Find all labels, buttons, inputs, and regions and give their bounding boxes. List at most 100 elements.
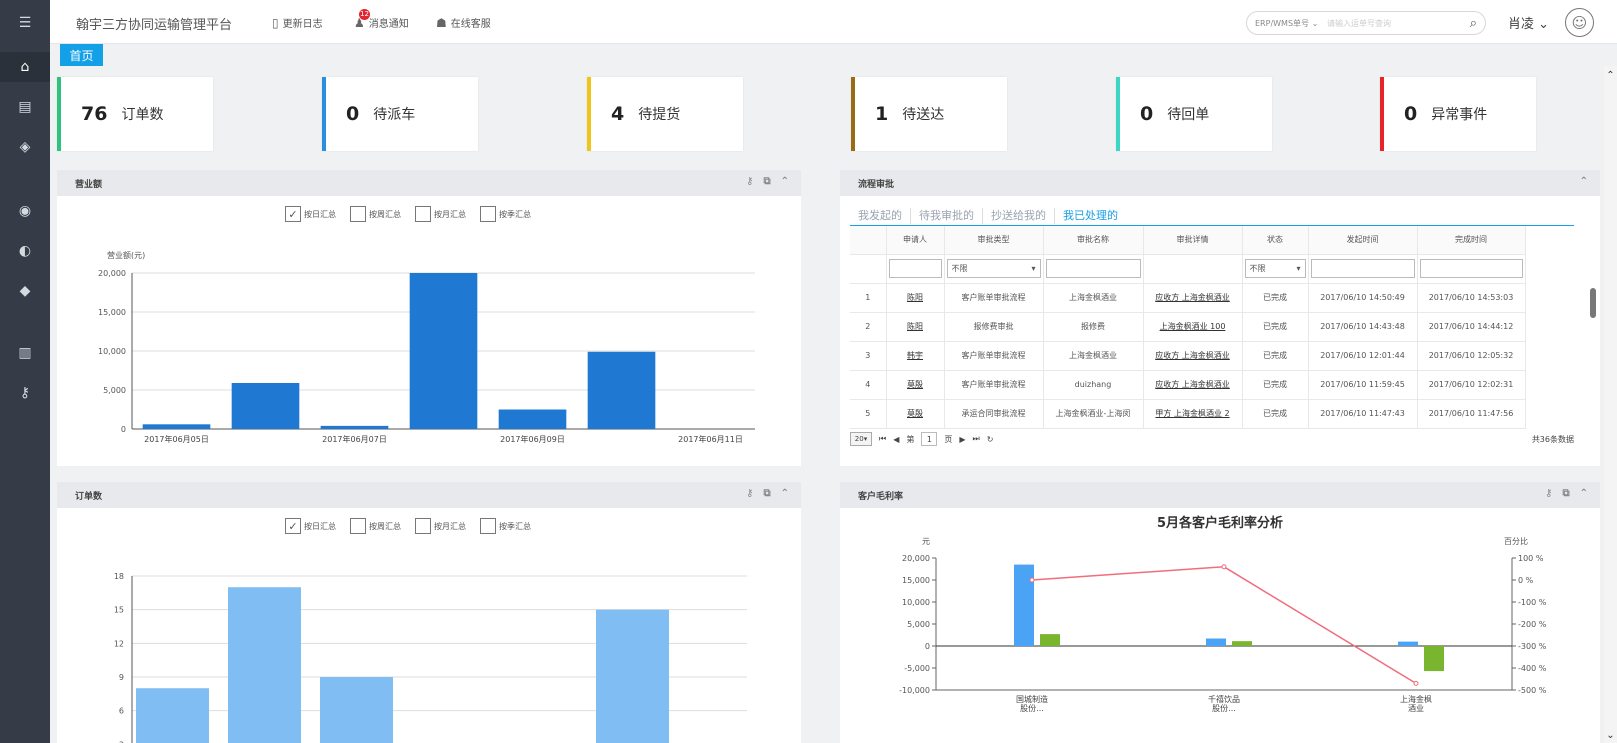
table-row[interactable]: 1 陈阳 客户账单审批流程 上海金枫酒业 应收方 上海金枫酒业 已完成 2017… — [850, 283, 1526, 313]
applicant-filter-input[interactable] — [888, 259, 942, 278]
panel-title: 订单数 — [75, 491, 103, 502]
column-header[interactable]: 审批类型 — [944, 226, 1044, 255]
collapse-icon[interactable]: ⌃ — [1580, 176, 1588, 187]
type-filter-select[interactable]: 不限 ▾ — [946, 259, 1041, 278]
column-header[interactable]: 申请人 — [886, 226, 945, 255]
tab-processed[interactable]: 我已处理的 — [1055, 208, 1126, 224]
tab-pending-approval[interactable]: 待我审批的 — [911, 208, 983, 224]
line-point — [1221, 564, 1227, 570]
changelog-label: 更新日志 — [282, 19, 323, 30]
refresh-icon[interactable]: ↻ — [987, 435, 994, 444]
y2-tick-label: -100 % — [1518, 598, 1547, 607]
search-type-select[interactable]: ERP/WMS单号 ⌄ — [1255, 18, 1327, 29]
panel-header: 订单数 ⚷ ⧉ ⌃ — [57, 482, 801, 508]
status-filter-select[interactable]: 不限 ▾ — [1244, 259, 1306, 278]
bar-chart-icon[interactable]: ▥ — [0, 338, 50, 368]
menu-toggle-icon[interactable]: ☰ — [0, 8, 50, 38]
layers-icon[interactable]: ◆ — [0, 276, 50, 306]
stat-card-pending-pickup[interactable]: 4 待提货 — [587, 77, 743, 151]
key-icon[interactable]: ⚷ — [746, 176, 753, 187]
bar — [1232, 641, 1252, 646]
app-title: 翰宇三方协同运输管理平台 — [76, 18, 233, 33]
revenue-chart: 营业额(元) 20,000 15,000 10,000 5,000 0 2017年06月05… — [98, 250, 755, 444]
applicant-link[interactable]: 韩宇 — [886, 341, 945, 371]
changelog-link[interactable]: ▯ 更新日志 — [272, 15, 323, 31]
contrast-icon[interactable]: ◐ — [0, 236, 50, 266]
expand-icon[interactable]: ⧉ — [1562, 488, 1569, 499]
document-icon[interactable]: ▤ — [0, 92, 50, 122]
applicant-link[interactable]: 莫殷 — [886, 370, 945, 400]
stat-card-pending-dispatch[interactable]: 0 待派车 — [322, 77, 478, 151]
tab-initiated[interactable]: 我发起的 — [850, 208, 911, 224]
stat-card-orders[interactable]: 76 订单数 — [57, 77, 213, 151]
table-row[interactable]: 3 韩宇 客户账单审批流程 上海金枫酒业 应收方 上海金枫酒业 已完成 2017… — [850, 341, 1526, 371]
first-page-icon[interactable]: ⏮ — [879, 434, 886, 444]
next-page-icon[interactable]: ▶ — [959, 435, 965, 444]
x-tick-label: 千禧饮品 — [1208, 694, 1240, 704]
notifications-link[interactable]: ♟ 12 消息通知 — [354, 8, 409, 30]
package-icon[interactable]: ◈ — [0, 132, 50, 162]
detail-link[interactable]: 应收方 上海金枫酒业 — [1143, 341, 1243, 371]
avatar-icon[interactable]: ☺ — [1565, 8, 1594, 37]
detail-link[interactable]: 上海金枫酒业 100 — [1143, 312, 1243, 342]
page-size-select[interactable]: 20 ▾ — [850, 432, 872, 446]
search-icon[interactable]: ⌕ — [1470, 16, 1477, 31]
collapse-icon[interactable]: ⌃ — [1580, 488, 1588, 499]
stat-value: 0 — [346, 103, 360, 125]
table-scrollbar[interactable] — [1590, 288, 1596, 318]
detail-link[interactable]: 甲方 上海金枫酒业 2 — [1143, 399, 1243, 429]
column-header[interactable]: 发起时间 — [1308, 226, 1418, 255]
user-menu[interactable]: 肖凌 ⌄ — [1508, 13, 1549, 32]
scroll-down-icon[interactable]: ⌄ — [1604, 730, 1617, 741]
key-icon[interactable]: ⚷ — [1545, 488, 1552, 499]
column-header[interactable]: 审批详情 — [1143, 226, 1243, 255]
support-link[interactable]: ☗ 在线客服 — [436, 15, 491, 31]
orders-chart: 181512963 — [114, 572, 747, 743]
expand-icon[interactable]: ⧉ — [763, 176, 770, 187]
last-page-icon[interactable]: ⏭ — [973, 434, 980, 444]
workflow-table: 申请人 审批类型 审批名称 审批详情 状态 发起时间 完成时间 不限 ▾ 不限 ▾ … — [850, 226, 1526, 429]
page-number-input[interactable]: 1 — [921, 432, 938, 446]
applicant-link[interactable]: 陈阳 — [886, 312, 945, 342]
stat-card-pending-delivery[interactable]: 1 待送达 — [851, 77, 1007, 151]
home-icon[interactable]: ⌂ — [0, 52, 50, 82]
stat-card-exceptions[interactable]: 0 异常事件 — [1380, 77, 1536, 151]
collapse-icon[interactable]: ⌃ — [781, 176, 789, 187]
key-icon[interactable]: ⚷ — [746, 488, 753, 499]
column-header[interactable]: 审批名称 — [1043, 226, 1144, 255]
end-time-filter-input[interactable] — [1419, 259, 1523, 278]
column-header[interactable]: 完成时间 — [1417, 226, 1526, 255]
column-header[interactable]: 状态 — [1242, 226, 1309, 255]
key-icon[interactable]: ⚷ — [0, 378, 50, 408]
stat-value: 1 — [875, 103, 889, 125]
applicant-link[interactable]: 莫殷 — [886, 399, 945, 429]
target-icon[interactable]: ◉ — [0, 196, 50, 226]
notification-badge: 12 — [359, 8, 370, 20]
bar — [1206, 638, 1226, 646]
search-input[interactable]: 请输入运单号查询 — [1327, 18, 1470, 29]
tab-home[interactable]: 首页 — [60, 44, 103, 66]
start-time-filter-input[interactable] — [1310, 259, 1415, 278]
notifications-label: 消息通知 — [368, 19, 409, 30]
table-row[interactable]: 5 莫殷 承运合同审批流程 上海金枫酒业-上海闵 甲方 上海金枫酒业 2 已完成… — [850, 399, 1526, 429]
detail-link[interactable]: 应收方 上海金枫酒业 — [1143, 283, 1243, 313]
chart-title: 5月各客户毛利率分析 — [1157, 515, 1283, 531]
y-tick-label: 20,000 — [98, 269, 126, 278]
bar — [320, 425, 389, 429]
tab-cc-to-me[interactable]: 抄送给我的 — [983, 208, 1055, 224]
detail-link[interactable]: 应收方 上海金枫酒业 — [1143, 370, 1243, 400]
page-prefix: 第 — [906, 434, 915, 444]
bar — [596, 609, 669, 743]
y-tick-label: 5,000 — [103, 386, 126, 395]
table-row[interactable]: 4 莫殷 客户账单审批流程 duizhang 应收方 上海金枫酒业 已完成 20… — [850, 370, 1526, 400]
y-tick-label: 5,000 — [907, 620, 930, 629]
applicant-link[interactable]: 陈阳 — [886, 283, 945, 313]
scroll-up-icon[interactable]: ⌃ — [1604, 70, 1617, 81]
collapse-icon[interactable]: ⌃ — [781, 488, 789, 499]
table-row[interactable]: 2 陈阳 报修费审批 报修费 上海金枫酒业 100 已完成 2017/06/10… — [850, 312, 1526, 342]
name-filter-input[interactable] — [1045, 259, 1141, 278]
page-scrollbar[interactable]: ⌃ ⌄ — [1604, 66, 1617, 743]
stat-card-pending-receipt[interactable]: 0 待回单 — [1116, 77, 1272, 151]
prev-page-icon[interactable]: ◀ — [893, 435, 899, 444]
expand-icon[interactable]: ⧉ — [763, 488, 770, 499]
